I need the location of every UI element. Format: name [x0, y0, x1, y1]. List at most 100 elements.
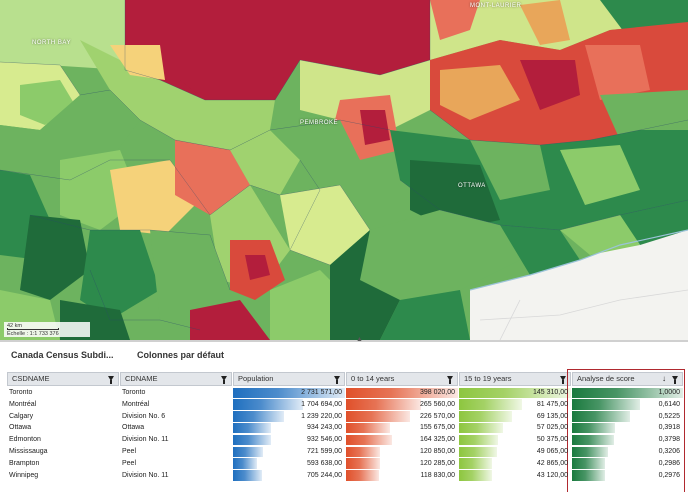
cell-value: 0,6140 [658, 400, 680, 408]
columns-preset-selector[interactable]: Colonnes par défaut [137, 350, 224, 360]
cell-value: 934 243,00 [306, 424, 342, 432]
cell-value: 0,3798 [658, 436, 680, 444]
table-cell-y014: 118 830,00 [346, 470, 458, 482]
panel-header: Canada Census Subdi... Colonnes par défa… [0, 342, 688, 370]
table-cell-y1519: 42 865,00 [459, 458, 571, 470]
table-cell-csd: Mississauga [9, 448, 48, 455]
cell-value: 120 850,00 [419, 448, 455, 455]
table-row[interactable]: Montréal Montréal 1 704 694,00 265 560,00 81… [7, 399, 683, 411]
dataset-title[interactable]: Canada Census Subdi... [11, 350, 114, 360]
cell-value: 1 704 694,00 [301, 400, 342, 408]
value-bar [459, 422, 503, 434]
filter-icon[interactable] [334, 376, 340, 384]
column-header-analyse-de-score[interactable]: Analyse de score ↓ [572, 372, 683, 386]
cell-value: 120 285,00 [419, 459, 455, 467]
filter-icon[interactable] [560, 376, 566, 384]
value-bar [233, 470, 262, 481]
map-label-pembroke: PEMBROKE [300, 120, 339, 126]
table-cell-csd: Montréal [9, 400, 37, 408]
cell-value: 164 325,00 [419, 436, 455, 444]
cell-value: 155 675,00 [419, 424, 455, 432]
sort-descending-icon[interactable]: ↓ [662, 373, 666, 385]
table-cell-cd: Montréal [122, 400, 150, 408]
map-label-north-bay: NORTH BAY [32, 40, 71, 46]
table-cell-score: 0,2976 [572, 470, 683, 482]
table-row[interactable]: Toronto Toronto 2 731 571,00 398 020,00 145 … [7, 387, 683, 399]
table-cell-score: 0,2986 [572, 458, 683, 470]
cell-value: 43 120,00 [536, 471, 568, 479]
cell-value: 0,2986 [658, 459, 680, 467]
map-label-ottawa: OTTAWA [458, 183, 486, 189]
value-bar [346, 422, 390, 434]
table-cell-csd: Calgary [9, 412, 34, 420]
column-header-csdname[interactable]: CSDNAME [7, 372, 119, 386]
cell-value: 0,3918 [658, 424, 680, 432]
table-cell-y014: 164 325,00 [346, 434, 458, 446]
filter-icon[interactable] [672, 376, 678, 384]
cell-value: 932 546,00 [306, 436, 342, 444]
cell-value: 2 731 571,00 [301, 389, 342, 396]
cell-value: 593 638,00 [306, 459, 342, 467]
table-row[interactable]: Winnipeg Division No. 11 705 244,00 118 830… [7, 470, 683, 482]
cell-value: 398 020,00 [419, 389, 455, 396]
cell-value: 145 310,00 [532, 389, 568, 396]
value-bar [572, 422, 616, 434]
table-cell-y1519: 50 375,00 [459, 434, 571, 446]
value-bar [459, 458, 493, 469]
value-bar [572, 458, 606, 469]
column-header-15-to-19[interactable]: 15 to 19 years [459, 372, 571, 386]
column-header-label: CSDNAME [12, 374, 50, 383]
table-row[interactable]: Edmonton Division No. 11 932 546,00 164 325… [7, 434, 683, 446]
table-cell-score: 1,0000 [572, 387, 683, 399]
column-header-label: 15 to 19 years [464, 374, 512, 383]
map-scale-bar: 42 km Échelle : 1:1 733 376 [4, 322, 90, 337]
choropleth-map[interactable]: MONT-LAURIER NORTH BAY PEMBROKE OTTAWA 4… [0, 0, 688, 340]
value-bar [346, 434, 393, 446]
value-bar [459, 411, 513, 422]
table-cell-y1519: 145 310,00 [459, 387, 571, 399]
map-canvas[interactable] [0, 0, 688, 340]
table-row[interactable]: Ottawa Ottawa 934 243,00 155 675,00 57 025,0… [7, 422, 683, 434]
value-bar [459, 399, 522, 410]
column-header-population[interactable]: Population [233, 372, 345, 386]
table-cell-score: 0,5225 [572, 411, 683, 423]
table-cell-y014: 398 020,00 [346, 387, 458, 399]
value-bar [572, 434, 615, 446]
map-label-mont-laurier: MONT-LAURIER [470, 3, 522, 9]
table-cell-csd: Edmonton [9, 436, 41, 444]
value-bar [346, 399, 421, 410]
cell-value: 0,5225 [658, 412, 680, 420]
table-cell-cd: Division No. 6 [122, 412, 166, 420]
table-row[interactable]: Mississauga Peel 721 599,00 120 850,00 49 06… [7, 446, 683, 458]
table-row[interactable]: Brampton Peel 593 638,00 120 285,00 42 865,0… [7, 458, 683, 470]
table-cell-cd: Toronto [122, 389, 146, 396]
column-header-0-to-14[interactable]: 0 to 14 years [346, 372, 458, 386]
table-cell-csd: Ottawa [9, 424, 32, 432]
cell-value: 721 599,00 [306, 448, 342, 455]
filter-icon[interactable] [447, 376, 453, 384]
table-cell-cd: Peel [122, 459, 137, 467]
table-row[interactable]: Calgary Division No. 6 1 239 220,00 226 570… [7, 411, 683, 423]
table-cell-y014: 120 285,00 [346, 458, 458, 470]
scale-ratio: Échelle : 1:1 733 376 [7, 330, 59, 337]
cell-value: 226 570,00 [419, 412, 455, 420]
value-bar [233, 446, 263, 457]
column-header-label: Population [238, 374, 274, 383]
filter-icon[interactable] [108, 376, 114, 384]
column-header-label: CDNAME [125, 374, 158, 383]
value-bar [459, 446, 497, 457]
column-header-cdname[interactable]: CDNAME [120, 372, 232, 386]
table-cell-y014: 226 570,00 [346, 411, 458, 423]
value-bar [459, 434, 498, 446]
app-window: MONT-LAURIER NORTH BAY PEMBROKE OTTAWA 4… [0, 0, 688, 492]
table-cell-score: 0,6140 [572, 399, 683, 411]
value-bar [346, 458, 380, 469]
table-cell-cd: Ottawa [122, 424, 145, 432]
table-cell-y014: 155 675,00 [346, 422, 458, 434]
value-bar [233, 411, 284, 422]
filter-icon[interactable] [221, 376, 227, 384]
table-cell-pop: 2 731 571,00 [233, 387, 345, 399]
table-cell-pop: 934 243,00 [233, 422, 345, 434]
table-cell-y1519: 57 025,00 [459, 422, 571, 434]
cell-value: 69 135,00 [536, 412, 568, 420]
